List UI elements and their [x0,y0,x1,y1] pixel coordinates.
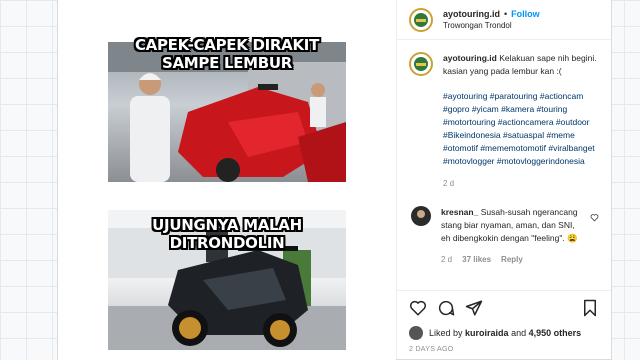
instagram-post: CAPEK-CAPEK DIRAKIT SAMPE LEMBUR UJUNGNY… [57,0,612,360]
comments-section: ayotouring.id Kelakuan sape nih begini. … [397,40,611,290]
bookmark-icon[interactable] [579,297,601,319]
caption-row: ayotouring.id Kelakuan sape nih begini. … [409,52,599,190]
comment-like-heart-icon[interactable] [590,209,599,227]
likes-prefix: Liked by [429,328,463,338]
follow-button[interactable]: Follow [511,9,540,19]
liker-username[interactable]: kuroiraida [465,328,509,338]
post-sidebar: ayotouring.id • Follow Trowongan Trondol… [396,0,611,359]
reply-button[interactable]: Reply [501,253,523,266]
meme-caption-bottom: UJUNGNYA MALAH DITRONDOLIN [152,216,302,252]
comment-avatar[interactable] [411,206,431,226]
comment-time: 2 d [441,255,453,264]
comment-username[interactable]: kresnan_ [441,207,478,217]
caption-username[interactable]: ayotouring.id [443,53,497,63]
meme-caption-top: CAPEK-CAPEK DIRAKIT SAMPE LEMBUR [134,36,320,72]
share-icon[interactable] [463,297,485,319]
likes-summary: Liked by kuroiraida and 4,950 others [397,324,611,342]
post-header: ayotouring.id • Follow Trowongan Trondol [397,0,611,40]
likes-conjunction: and [511,328,527,338]
action-bar [397,290,611,324]
comment-likes[interactable]: 37 likes [462,253,491,266]
post-timestamp[interactable]: 2 DAYS AGO [397,342,611,359]
meme-image: CAPEK-CAPEK DIRAKIT SAMPE LEMBUR UJUNGNY… [108,14,346,352]
post-media[interactable]: CAPEK-CAPEK DIRAKIT SAMPE LEMBUR UJUNGNY… [58,0,396,360]
comment-item: kresnan_ Susah-susah ngerancang stang bi… [409,206,599,266]
separator-dot: • [504,9,508,19]
likes-count[interactable]: 4,950 others [529,328,582,338]
caption-time: 2 d [443,179,455,188]
caption-avatar[interactable] [409,52,433,76]
profile-avatar[interactable] [409,7,433,32]
location-link[interactable]: Trowongan Trondol [443,21,540,30]
header-username[interactable]: ayotouring.id [443,9,500,19]
liker-avatar[interactable] [409,326,423,340]
heart-icon[interactable] [407,297,429,319]
caption-hashtags[interactable]: #ayotouring #paratouring #actioncam #gop… [443,90,599,168]
comment-icon[interactable] [435,297,457,319]
